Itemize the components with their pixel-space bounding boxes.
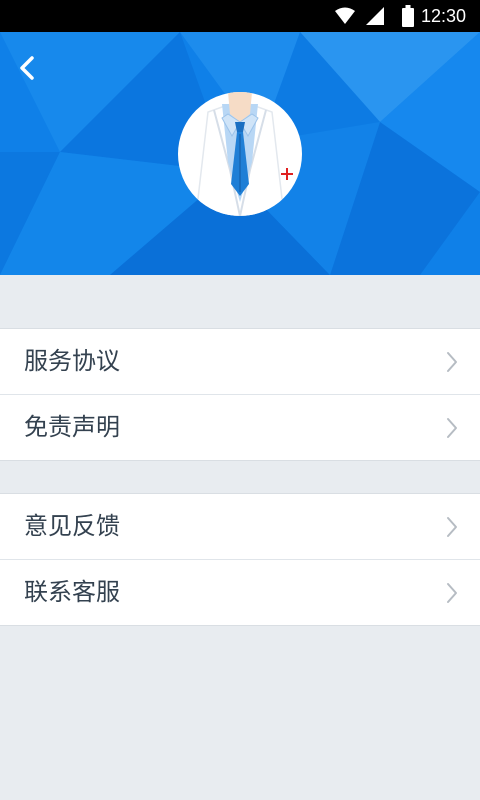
chevron-right-icon (447, 517, 457, 537)
menu-item-disclaimer[interactable]: 免责声明 (0, 394, 480, 460)
chevron-right-icon (447, 352, 457, 372)
status-time: 12:30 (420, 6, 466, 26)
chevron-right-icon (447, 418, 457, 438)
avatar (178, 92, 302, 216)
doctor-suit-icon (195, 92, 293, 216)
profile-header (0, 32, 480, 275)
wifi-icon (335, 7, 355, 24)
menu-group-legal: 服务协议 免责声明 (0, 328, 480, 461)
status-bar: 12:30 (0, 0, 480, 32)
menu-item-contact-support[interactable]: 联系客服 (0, 559, 480, 625)
menu-group-support: 意见反馈 联系客服 (0, 493, 480, 626)
back-button[interactable] (12, 50, 44, 86)
menu-item-feedback[interactable]: 意见反馈 (0, 494, 480, 559)
menu-item-label: 联系客服 (24, 578, 120, 606)
battery-icon (402, 5, 414, 27)
chevron-right-icon (447, 583, 457, 603)
menu-item-label: 意见反馈 (24, 512, 120, 540)
menu-item-label: 免责声明 (24, 413, 120, 441)
menu-item-service-agreement[interactable]: 服务协议 (0, 329, 480, 394)
signal-icon (366, 7, 384, 25)
menu-item-label: 服务协议 (24, 347, 120, 375)
